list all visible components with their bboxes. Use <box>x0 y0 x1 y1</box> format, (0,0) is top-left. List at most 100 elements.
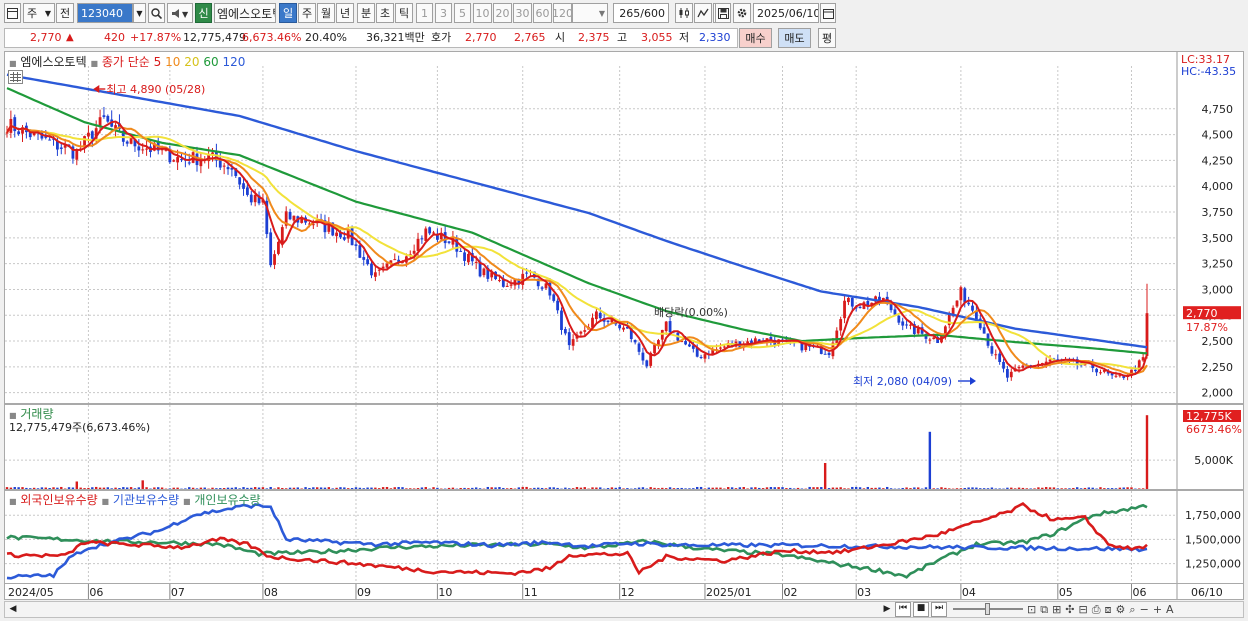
interval-button[interactable]: 120 <box>553 3 572 23</box>
interval-button[interactable]: 20 <box>493 3 512 23</box>
volume-bar <box>998 488 1001 489</box>
volume-bar <box>633 488 637 489</box>
price-tick-label: 2,250 <box>1202 361 1234 374</box>
grid-toggle-icon[interactable] <box>8 70 23 84</box>
zoom-slider-handle[interactable] <box>985 603 990 615</box>
tab-day[interactable]: 일 <box>279 3 297 23</box>
bar-count-max: /600 <box>640 6 665 20</box>
candle-body <box>269 232 273 266</box>
volume-chart-panel[interactable]: 5,000K 12,775K 6673.46% ■ 거래량 12,775,479주(… <box>4 404 1244 490</box>
candle-body <box>463 252 466 261</box>
volume-bar <box>664 488 668 489</box>
holdings-chart-panel[interactable]: 1,750,000 1,500,000 1,250,000 ■ 외국인보유수량 ■ … <box>4 490 1244 584</box>
volume-bar <box>114 487 117 489</box>
calendar-icon[interactable] <box>820 3 836 23</box>
grid-icon[interactable]: ⊟ <box>1079 603 1088 616</box>
candle-body <box>1002 361 1005 369</box>
forward-icon[interactable]: ⏭ <box>931 602 947 617</box>
layout-icon[interactable]: ⊡ <box>1027 603 1036 616</box>
interval-button[interactable]: 60 <box>533 3 552 23</box>
volume-bar <box>1048 487 1052 489</box>
interval-button[interactable]: 10 <box>473 3 492 23</box>
stock-code-input[interactable]: 123040 <box>77 3 133 23</box>
interval-button[interactable]: 5 <box>454 3 471 23</box>
buy-button[interactable]: 매수 <box>739 28 772 48</box>
chart-scrollbar[interactable]: ◀ ▶ ⏮ ■ ⏭ ⊡ ⧉ ⊞ ✣ ⊟ ⎙ ⧈ ⚙ ⌕ − + A <box>4 601 1244 618</box>
prev-button[interactable]: 전 <box>56 3 74 23</box>
scroll-right-icon[interactable]: ▶ <box>881 603 893 616</box>
volume-bar <box>870 487 873 489</box>
market-select[interactable]: 주 ▼ <box>23 3 55 23</box>
tab-year[interactable]: 년 <box>336 3 354 23</box>
volume-bar <box>222 488 226 489</box>
volume-bar <box>362 488 365 489</box>
interval-button[interactable]: 30 <box>513 3 532 23</box>
rewind-icon[interactable]: ⏮ <box>895 602 911 617</box>
price-chart-panel[interactable]: 2,0002,2502,5002,7503,0003,2503,5003,750… <box>4 51 1244 404</box>
tab-week[interactable]: 주 <box>298 3 316 23</box>
search-icon[interactable] <box>148 3 165 23</box>
volume-bar <box>649 487 652 489</box>
volume-bar <box>459 487 462 489</box>
tab-minute[interactable]: 분 <box>357 3 375 23</box>
line-draw-icon[interactable] <box>694 3 712 23</box>
candle-body <box>1095 368 1098 373</box>
candle-body <box>850 297 854 307</box>
volume-bar <box>284 488 288 489</box>
tab-month[interactable]: 월 <box>317 3 335 23</box>
sound-icon[interactable]: ▼ <box>167 3 193 23</box>
sell-button[interactable]: 매도 <box>778 28 811 48</box>
gear-icon[interactable] <box>733 3 751 23</box>
scroll-left-icon[interactable]: ◀ <box>6 603 20 616</box>
pattern-icon[interactable]: ⊞ <box>1052 603 1061 616</box>
bookmark-icon[interactable]: ⧈ <box>1105 603 1112 617</box>
zoom-out-icon[interactable]: − <box>1140 603 1149 616</box>
zoom-in-icon[interactable]: + <box>1153 603 1162 616</box>
interval-button[interactable]: 3 <box>435 3 452 23</box>
zoom-icon[interactable]: ⌕ <box>1129 603 1135 617</box>
legend-ma-type: 종가 단순 <box>101 55 150 69</box>
candle-type-icon[interactable] <box>675 3 693 23</box>
volume-bar <box>354 487 358 489</box>
volume-bar <box>521 486 524 489</box>
print-icon[interactable]: ⎙ <box>1092 603 1101 617</box>
candle-body <box>505 285 509 287</box>
font-size-icon[interactable]: A <box>1166 603 1174 616</box>
window-menu-icon[interactable] <box>4 3 21 23</box>
volume-bar <box>157 487 160 489</box>
date-tick-label: 2024/05 <box>8 586 54 599</box>
bar-count-field[interactable]: 265/600 <box>613 3 669 23</box>
code-dropdown-icon[interactable]: ▼ <box>133 3 146 23</box>
candle-body <box>668 321 672 333</box>
tab-second[interactable]: 초 <box>376 3 394 23</box>
stop-icon[interactable]: ■ <box>913 602 929 617</box>
interval-dropdown[interactable]: ▼ <box>572 3 608 23</box>
copy-icon[interactable]: ⧉ <box>1040 603 1048 617</box>
candle-body <box>622 327 625 330</box>
volume-bar <box>67 487 71 489</box>
trade-amount: 36,321백만 <box>366 31 425 44</box>
tools-icon[interactable]: ✣ <box>1065 603 1074 616</box>
eval-button[interactable]: 평 <box>818 28 836 48</box>
dividend-note: 배당락(0.00%) <box>654 306 728 319</box>
volume-bar <box>1079 488 1083 489</box>
date-field[interactable]: 2025/06/10 <box>753 3 819 23</box>
save-icon[interactable] <box>715 3 731 23</box>
volume-bar <box>211 487 214 489</box>
price-chart[interactable]: 2,0002,2502,5002,7503,0003,2503,5003,750… <box>5 52 1243 403</box>
quote-bar: 2,770 ▲ 420 +17.87% 12,775,479 6,673.46%… <box>0 28 1248 48</box>
candle-body <box>1099 372 1102 374</box>
volume-chart[interactable]: 5,000K 12,775K6673.46% <box>5 405 1243 489</box>
candle-body <box>474 261 478 263</box>
settings-icon[interactable]: ⚙ <box>1116 603 1126 616</box>
candle-body <box>804 344 808 350</box>
candle-body <box>176 157 180 163</box>
candle-body <box>556 300 560 311</box>
volume-bar <box>60 486 63 489</box>
volume-bar <box>335 487 338 489</box>
volume-bar <box>40 487 44 489</box>
candle-body <box>420 238 424 240</box>
volume-bar <box>862 488 866 489</box>
tab-tick[interactable]: 틱 <box>395 3 413 23</box>
interval-button[interactable]: 1 <box>416 3 433 23</box>
